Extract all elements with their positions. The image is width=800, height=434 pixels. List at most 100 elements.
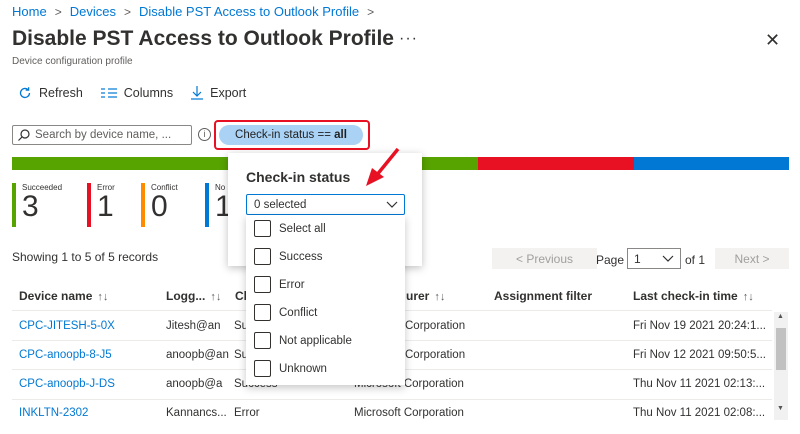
- header-label: Logg...: [166, 289, 206, 303]
- more-options-icon[interactable]: ···: [399, 30, 418, 48]
- last-checkin-cell: Thu Nov 11 2021 02:13:...: [633, 378, 766, 390]
- chevron-down-icon: [662, 255, 674, 262]
- option-success[interactable]: Success: [254, 248, 322, 265]
- close-icon[interactable]: ✕: [765, 30, 780, 51]
- refresh-label: Refresh: [39, 86, 83, 100]
- sort-icon: ↑↓: [210, 291, 222, 303]
- scrollbar-thumb[interactable]: [776, 328, 786, 370]
- columns-icon: [100, 88, 117, 98]
- last-checkin-cell: Thu Nov 11 2021 02:08:...: [633, 407, 766, 419]
- breadcrumb: Home > Devices > Disable PST Access to O…: [12, 4, 374, 19]
- option-not-applicable[interactable]: Not applicable: [254, 332, 352, 349]
- search-box[interactable]: [12, 125, 192, 145]
- next-page-button[interactable]: Next >: [715, 248, 789, 269]
- dropdown-value: 0 selected: [254, 198, 307, 211]
- breadcrumb-devices[interactable]: Devices: [70, 4, 116, 19]
- option-label: Conflict: [279, 306, 318, 319]
- user-cell: anoopb@a: [166, 378, 223, 390]
- last-checkin-cell: Fri Nov 12 2021 09:50:5...: [633, 349, 766, 361]
- command-bar: Refresh Columns Export: [18, 86, 246, 100]
- scroll-down-icon[interactable]: ▼: [777, 405, 784, 412]
- option-select-all[interactable]: Select all: [254, 220, 326, 237]
- last-checkin-cell: Fri Nov 19 2021 20:24:1...: [633, 320, 766, 332]
- checkin-status-title: Check-in status: [246, 169, 351, 185]
- header-label: urer: [406, 289, 430, 303]
- export-label: Export: [210, 86, 247, 100]
- search-icon: [18, 129, 30, 141]
- checkbox[interactable]: [254, 276, 271, 293]
- page-select[interactable]: 1: [627, 248, 681, 269]
- checkbox[interactable]: [254, 220, 271, 237]
- user-cell: Kannancs...: [166, 407, 227, 419]
- columns-button[interactable]: Columns: [100, 86, 174, 100]
- status-bar-not-applicable: [634, 157, 789, 170]
- page-subtitle: Device configuration profile: [12, 56, 133, 67]
- breadcrumb-profile[interactable]: Disable PST Access to Outlook Profile: [139, 4, 359, 19]
- option-label: Error: [279, 278, 305, 291]
- option-label: Unknown: [279, 362, 327, 375]
- counter-value: 1: [97, 190, 114, 223]
- counter-conflict: Conflict 0: [141, 183, 178, 227]
- counter-error: Error 1: [87, 183, 115, 227]
- records-summary: Showing 1 to 5 of 5 records: [12, 250, 159, 264]
- header-label: Last check-in time: [633, 289, 738, 303]
- sort-icon: ↑↓: [97, 291, 109, 303]
- chevron-right-icon: >: [54, 4, 62, 19]
- counter-value: 3: [22, 190, 39, 223]
- manufacturer-cell: Corporation: [405, 320, 466, 332]
- column-header-logged-in-user[interactable]: Logg... ↑↓: [166, 289, 221, 303]
- table-row[interactable]: INKLTN-2302 Kannancs... Error Microsoft …: [12, 400, 772, 428]
- header-label: Device name: [19, 289, 93, 303]
- option-error[interactable]: Error: [254, 276, 305, 293]
- download-icon: [191, 86, 204, 100]
- page-count-label: of 1: [685, 253, 706, 267]
- user-cell: anoopb@an: [166, 349, 229, 361]
- export-button[interactable]: Export: [191, 86, 246, 100]
- chevron-down-icon: [386, 201, 398, 208]
- device-name-link[interactable]: CPC-anoopb-8-J5: [19, 349, 112, 361]
- info-icon[interactable]: i: [198, 128, 211, 141]
- column-header-manufacturer[interactable]: urer ↑↓: [406, 289, 445, 303]
- checkbox[interactable]: [254, 332, 271, 349]
- manufacturer-cell: Corporation: [405, 349, 466, 361]
- counter-succeeded: Succeeded 3: [12, 183, 62, 227]
- status-cell: Error: [234, 407, 260, 419]
- breadcrumb-home[interactable]: Home: [12, 4, 47, 19]
- user-cell: Jitesh@an: [166, 320, 221, 332]
- checkin-status-dropdown[interactable]: 0 selected: [246, 194, 405, 215]
- columns-label: Columns: [123, 86, 174, 100]
- page-title: Disable PST Access to Outlook Profile: [12, 27, 394, 50]
- previous-page-button[interactable]: < Previous: [492, 248, 597, 269]
- filter-pill-value: all: [334, 129, 347, 141]
- counter-value: 0: [151, 190, 168, 223]
- refresh-button[interactable]: Refresh: [18, 86, 83, 100]
- checkbox[interactable]: [254, 304, 271, 321]
- checkin-status-options: Select all Success Error Conflict Not ap…: [246, 215, 405, 385]
- page-select-value: 1: [634, 251, 641, 266]
- header-label: Assignment filter: [494, 289, 593, 303]
- sort-icon: ↑↓: [434, 291, 446, 303]
- option-conflict[interactable]: Conflict: [254, 304, 317, 321]
- column-header-device-name[interactable]: Device name ↑↓: [19, 289, 108, 303]
- device-name-link[interactable]: CPC-JITESH-5-0X: [19, 320, 115, 332]
- option-label: Select all: [279, 222, 326, 235]
- checkin-status-filter-pill[interactable]: Check-in status == all: [219, 125, 363, 145]
- device-name-link[interactable]: CPC-anoopb-J-DS: [19, 378, 115, 390]
- annotation-arrow-icon: [366, 147, 400, 186]
- option-unknown[interactable]: Unknown: [254, 360, 327, 377]
- filter-pill-prefix: Check-in status ==: [235, 129, 331, 141]
- status-bar-error: [478, 157, 634, 170]
- refresh-icon: [19, 87, 31, 99]
- checkbox[interactable]: [254, 248, 271, 265]
- column-header-last-checkin[interactable]: Last check-in time ↑↓: [633, 289, 754, 303]
- chevron-right-icon: >: [367, 4, 375, 19]
- chevron-right-icon: >: [123, 4, 131, 19]
- option-label: Success: [279, 250, 323, 263]
- option-label: Not applicable: [279, 334, 352, 347]
- device-name-link[interactable]: INKLTN-2302: [19, 407, 88, 419]
- scroll-up-icon[interactable]: ▲: [777, 313, 784, 320]
- checkbox[interactable]: [254, 360, 271, 377]
- column-header-assignment-filter[interactable]: Assignment filter: [494, 289, 592, 303]
- search-input[interactable]: [35, 129, 185, 141]
- page-label: Page: [596, 253, 625, 267]
